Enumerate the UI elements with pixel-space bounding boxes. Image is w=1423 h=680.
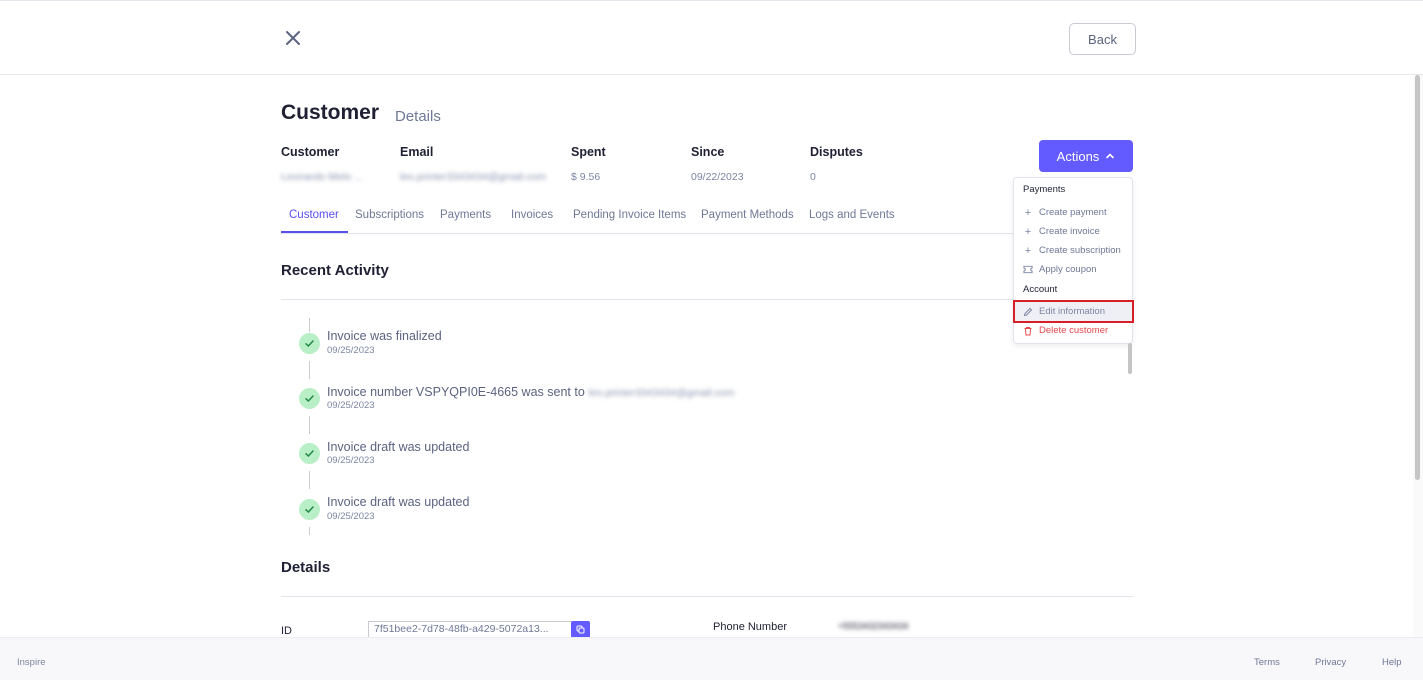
check-icon — [299, 333, 320, 354]
menu-item-label: Create payment — [1039, 207, 1107, 218]
plus-icon: + — [1024, 206, 1032, 219]
footer-link-terms[interactable]: Terms — [1254, 657, 1280, 668]
menu-item-edit-information[interactable]: Edit information — [1013, 300, 1134, 323]
footer-brand: Inspire — [17, 657, 46, 668]
section-divider — [281, 596, 1133, 597]
activity-date: 09/25/2023 — [327, 400, 375, 411]
summary-email: Email leo.printer3343434@gmail.com — [400, 145, 546, 183]
trash-icon — [1023, 326, 1033, 336]
close-icon[interactable] — [283, 28, 303, 48]
actions-button[interactable]: Actions — [1039, 140, 1133, 172]
menu-item-delete-customer[interactable]: Delete customer — [1015, 321, 1132, 340]
tab-bar: Customer Subscriptions Payments Invoices… — [281, 206, 1133, 234]
dropdown-scrollbar[interactable] — [1128, 343, 1132, 374]
check-icon — [299, 443, 320, 464]
tab-logs-and-events[interactable]: Logs and Events — [809, 209, 895, 221]
check-icon — [299, 499, 320, 520]
timeline-connector — [309, 318, 310, 332]
plus-icon: + — [1024, 244, 1032, 257]
page-scrollbar-thumb[interactable] — [1415, 75, 1420, 480]
copy-icon — [576, 625, 585, 634]
tab-invoices[interactable]: Invoices — [511, 209, 553, 221]
recent-activity-title: Recent Activity — [281, 262, 389, 279]
chevron-up-icon — [1106, 153, 1115, 159]
summary-since-label: Since — [691, 145, 725, 159]
tab-payment-methods[interactable]: Payment Methods — [701, 209, 794, 221]
summary-customer-label: Customer — [281, 145, 340, 159]
menu-item-label: Apply coupon — [1039, 264, 1097, 275]
actions-button-label: Actions — [1056, 148, 1100, 164]
activity-text: Invoice was finalized — [327, 329, 442, 343]
id-label: ID — [281, 625, 292, 637]
footer: Inspire Terms Privacy Help — [0, 637, 1423, 680]
top-bar: Back — [0, 0, 1423, 75]
summary-since-value: 09/22/2023 — [691, 171, 744, 183]
timeline-connector — [309, 361, 310, 379]
summary-spent-label: Spent — [571, 145, 606, 159]
active-tab-indicator — [281, 231, 348, 233]
menu-item-apply-coupon[interactable]: Apply coupon — [1015, 260, 1132, 279]
tab-customer[interactable]: Customer — [289, 209, 339, 221]
menu-item-label: Create invoice — [1039, 226, 1100, 237]
actions-dropdown-menu: Payments + Create payment + Create invoi… — [1013, 177, 1134, 344]
timeline-connector — [309, 416, 310, 434]
activity-email: leo.printer3343434@gmail.com — [588, 387, 735, 399]
tab-pending-invoice-items[interactable]: Pending Invoice Items — [573, 209, 686, 221]
summary-since: Since 09/22/2023 — [691, 145, 744, 183]
phone-value: +5553432343434 — [838, 621, 909, 631]
menu-item-label: Create subscription — [1039, 245, 1121, 256]
page-title: Customer — [281, 101, 380, 124]
timeline-connector — [309, 471, 310, 489]
footer-link-privacy[interactable]: Privacy — [1315, 657, 1346, 668]
menu-item-create-payment[interactable]: + Create payment — [1015, 203, 1132, 222]
summary-disputes-value: 0 — [810, 171, 816, 183]
copy-id-button[interactable] — [571, 621, 590, 638]
id-field[interactable]: 7f51bee2-7d78-48fb-a429-5072a13... — [368, 621, 572, 638]
menu-item-label: Delete customer — [1039, 325, 1109, 336]
activity-text: Invoice draft was updated — [327, 495, 470, 509]
pencil-icon — [1023, 307, 1033, 317]
activity-date: 09/25/2023 — [327, 345, 375, 356]
activity-date: 09/25/2023 — [327, 455, 375, 466]
dropdown-heading-account: Account — [1023, 284, 1058, 295]
activity-text: Invoice draft was updated — [327, 440, 470, 454]
phone-label: Phone Number — [713, 621, 787, 633]
check-icon — [299, 388, 320, 409]
timeline-connector — [309, 527, 310, 535]
menu-item-label: Edit information — [1039, 306, 1106, 317]
activity-text-main: Invoice number VSPYQPI0E-4665 was sent t… — [327, 385, 585, 399]
summary-spent-value: $ 9.56 — [571, 171, 601, 183]
plus-icon: + — [1024, 225, 1032, 238]
summary-disputes-label: Disputes — [810, 145, 863, 159]
tab-subscriptions[interactable]: Subscriptions — [355, 209, 424, 221]
footer-link-help[interactable]: Help — [1382, 657, 1402, 668]
section-divider — [281, 299, 1133, 300]
menu-item-create-subscription[interactable]: + Create subscription — [1015, 241, 1132, 260]
menu-item-create-invoice[interactable]: + Create invoice — [1015, 222, 1132, 241]
ticket-icon — [1023, 265, 1033, 274]
dropdown-heading-payments: Payments — [1023, 184, 1066, 195]
summary-customer: Customer Leonardo Melo ... — [281, 145, 363, 183]
summary-email-label: Email — [400, 145, 434, 159]
back-button[interactable]: Back — [1069, 23, 1136, 55]
summary-email-value: leo.printer3343434@gmail.com — [400, 171, 547, 183]
activity-date: 09/25/2023 — [327, 511, 375, 522]
details-title: Details — [281, 559, 331, 576]
summary-disputes: Disputes 0 — [810, 145, 863, 183]
tab-payments[interactable]: Payments — [440, 209, 491, 221]
page-subtitle: Details — [395, 108, 441, 125]
activity-text: Invoice number VSPYQPI0E-4665 was sent t… — [327, 385, 734, 399]
summary-spent: Spent $ 9.56 — [571, 145, 606, 183]
summary-customer-value: Leonardo Melo ... — [281, 171, 363, 183]
